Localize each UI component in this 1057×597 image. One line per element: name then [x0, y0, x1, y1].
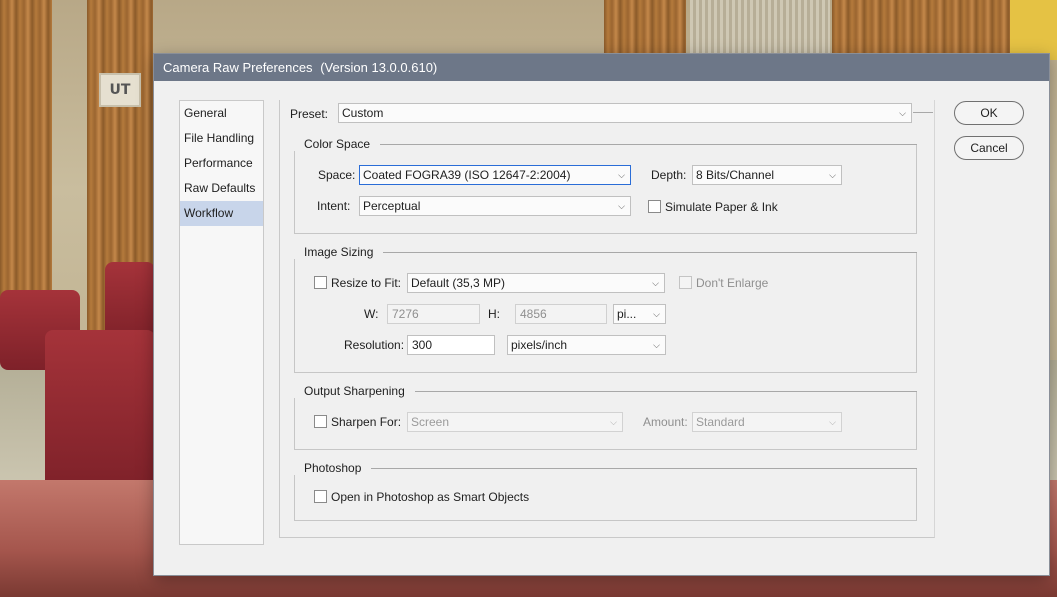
- dont-enlarge-checkbox[interactable]: [679, 276, 692, 289]
- sidebar-item-raw-defaults[interactable]: Raw Defaults: [180, 176, 263, 201]
- sharpen-for-dropdown[interactable]: Screen ⌵: [407, 412, 623, 432]
- space-dropdown[interactable]: Coated FOGRA39 (ISO 12647-2:2004) ⌵: [359, 165, 631, 185]
- size-unit-dropdown[interactable]: pi... ⌵: [613, 304, 666, 324]
- space-value: Coated FOGRA39 (ISO 12647-2:2004): [363, 168, 571, 182]
- preferences-dialog: Camera Raw Preferences (Version 13.0.0.6…: [154, 54, 1049, 575]
- dialog-version: (Version 13.0.0.610): [320, 60, 438, 75]
- resolution-unit-dropdown[interactable]: pixels/inch ⌵: [507, 335, 666, 355]
- intent-dropdown[interactable]: Perceptual ⌵: [359, 196, 631, 216]
- chevron-down-icon: ⌵: [610, 417, 617, 427]
- chevron-down-icon: ⌵: [829, 417, 836, 427]
- amount-label: Amount:: [643, 415, 688, 429]
- resolution-label: Resolution:: [344, 338, 405, 352]
- amount-dropdown[interactable]: Standard ⌵: [692, 412, 842, 432]
- chevron-down-icon: ⌵: [652, 278, 659, 288]
- resolution-unit-value: pixels/inch: [511, 338, 568, 352]
- dialog-titlebar[interactable]: Camera Raw Preferences (Version 13.0.0.6…: [154, 54, 1049, 81]
- resize-to-fit-label: Resize to Fit:: [331, 276, 402, 290]
- sidebar-item-workflow[interactable]: Workflow: [180, 201, 263, 226]
- cancel-button[interactable]: Cancel: [954, 136, 1024, 160]
- output-sharpening-title: Output Sharpening: [294, 384, 415, 398]
- depth-dropdown[interactable]: 8 Bits/Channel ⌵: [692, 165, 842, 185]
- amount-value: Standard: [696, 415, 745, 429]
- depth-label: Depth:: [651, 168, 687, 182]
- intent-label: Intent:: [317, 199, 351, 213]
- ok-button[interactable]: OK: [954, 101, 1024, 125]
- color-space-title: Color Space: [294, 137, 381, 151]
- image-sizing-title: Image Sizing: [294, 245, 384, 259]
- resize-to-fit-value: Default (35,3 MP): [411, 276, 506, 290]
- sidebar-item-performance[interactable]: Performance: [180, 151, 263, 176]
- photoshop-title: Photoshop: [294, 461, 372, 475]
- resize-to-fit-dropdown[interactable]: Default (35,3 MP) ⌵: [407, 273, 665, 293]
- simulate-paper-checkbox[interactable]: [648, 200, 661, 213]
- preset-dropdown[interactable]: Custom ⌵: [338, 103, 912, 123]
- height-label: H:: [488, 307, 500, 321]
- resize-to-fit-checkbox[interactable]: [314, 276, 327, 289]
- sidebar-item-general[interactable]: General: [180, 101, 263, 126]
- sidebar-item-file-handling[interactable]: File Handling: [180, 126, 263, 151]
- dialog-title: Camera Raw Preferences: [163, 60, 313, 75]
- preset-divider: [913, 112, 933, 113]
- intent-value: Perceptual: [363, 199, 421, 213]
- height-input[interactable]: 4856: [515, 304, 607, 324]
- dont-enlarge-label: Don't Enlarge: [696, 276, 769, 290]
- preset-label: Preset:: [290, 107, 329, 121]
- width-input[interactable]: 7276: [387, 304, 480, 324]
- depth-value: 8 Bits/Channel: [696, 168, 775, 182]
- chevron-down-icon: ⌵: [899, 108, 906, 118]
- sharpen-for-checkbox[interactable]: [314, 415, 327, 428]
- color-space-group: Color Space: [294, 137, 917, 234]
- chevron-down-icon: ⌵: [829, 170, 836, 180]
- sharpen-for-label: Sharpen For:: [331, 415, 402, 429]
- size-unit-value: pi...: [617, 307, 637, 321]
- smart-objects-label: Open in Photoshop as Smart Objects: [331, 490, 530, 504]
- simulate-paper-label: Simulate Paper & Ink: [665, 200, 778, 214]
- preferences-sidebar: General File Handling Performance Raw De…: [179, 100, 264, 545]
- sharpen-for-value: Screen: [411, 415, 450, 429]
- space-label: Space:: [318, 168, 356, 182]
- chevron-down-icon: ⌵: [653, 340, 660, 350]
- chevron-down-icon: ⌵: [618, 201, 625, 211]
- chevron-down-icon: ⌵: [618, 170, 625, 180]
- smart-objects-checkbox[interactable]: [314, 490, 327, 503]
- chevron-down-icon: ⌵: [653, 309, 660, 319]
- width-label: W:: [364, 307, 379, 321]
- resolution-input[interactable]: 300: [407, 335, 495, 355]
- preset-value: Custom: [342, 106, 384, 120]
- background-sign: UT: [99, 73, 141, 107]
